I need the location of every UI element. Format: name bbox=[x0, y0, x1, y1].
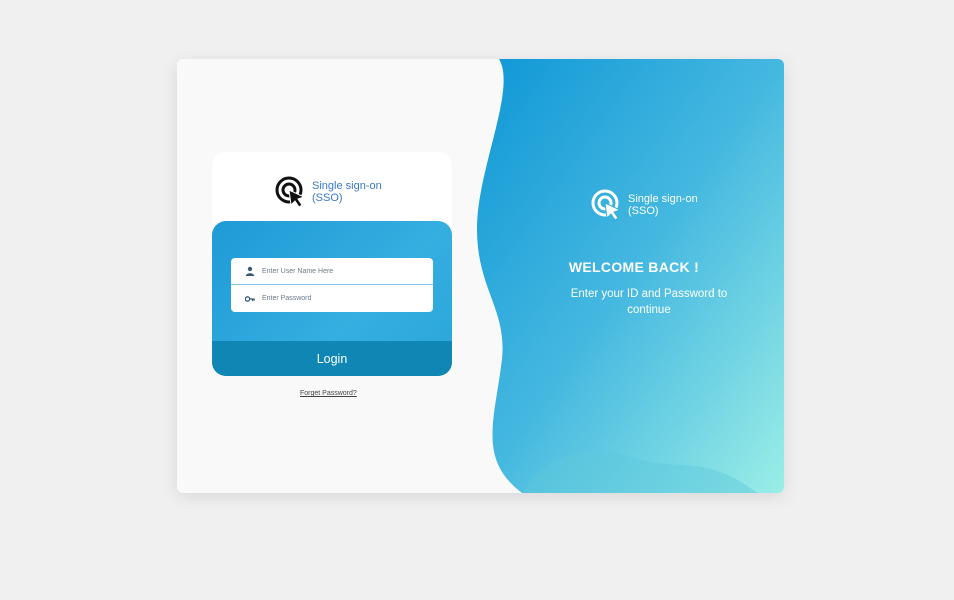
credential-fields bbox=[231, 258, 433, 312]
password-row bbox=[231, 285, 433, 312]
brand-name-right: Single sign-on (SSO) bbox=[628, 193, 698, 217]
cursor-target-icon bbox=[591, 189, 622, 221]
forgot-password-link[interactable]: Forget Password? bbox=[300, 390, 357, 397]
cursor-target-icon bbox=[275, 176, 306, 208]
password-input[interactable] bbox=[262, 295, 422, 302]
username-input[interactable] bbox=[262, 267, 422, 275]
brand-name: Single sign-on (SSO) bbox=[312, 180, 382, 204]
username-row bbox=[231, 258, 433, 285]
brand-logo-right: Single sign-on (SSO) bbox=[591, 189, 708, 221]
welcome-title: WELCOME BACK ! bbox=[568, 259, 700, 275]
login-card: Single sign-on (SSO) Enter User Name Her… bbox=[177, 59, 784, 493]
brand-logo: Single sign-on (SSO) bbox=[275, 176, 392, 208]
login-form: Login bbox=[212, 221, 452, 376]
key-icon bbox=[245, 295, 255, 302]
login-panel: Single sign-on (SSO) Enter User Name Her… bbox=[212, 152, 452, 376]
login-button[interactable]: Login bbox=[212, 341, 452, 376]
welcome-subtitle: Enter your ID and Password to continue bbox=[570, 288, 728, 316]
user-icon bbox=[245, 266, 255, 276]
